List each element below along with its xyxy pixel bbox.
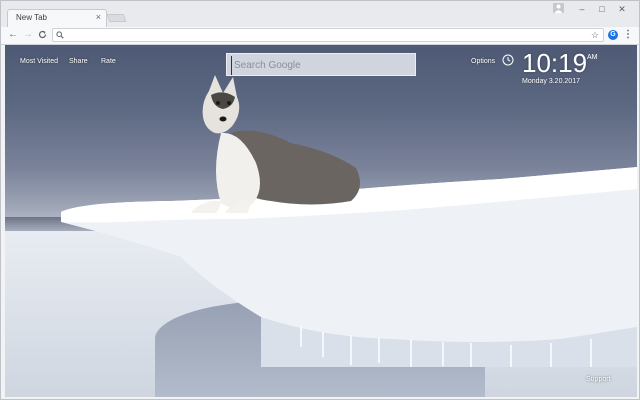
tab-title: New Tab <box>16 13 47 22</box>
clock-time: 10:19 <box>522 48 588 78</box>
rate-link[interactable]: Rate <box>101 58 116 65</box>
search-icon <box>56 31 64 39</box>
clock-ampm: AM <box>587 54 598 61</box>
maximize-button[interactable]: □ <box>593 3 611 15</box>
forward-button[interactable]: → <box>21 28 35 42</box>
browser-toolbar: ← → ☆ <box>1 27 639 45</box>
close-window-button[interactable]: ✕ <box>613 3 631 15</box>
tab-strip: New Tab × – □ ✕ <box>1 1 639 27</box>
back-button[interactable]: ← <box>6 28 20 42</box>
new-tab-page: Most Visited Share Rate Options 10:19 AM… <box>5 45 637 397</box>
reload-icon <box>38 30 46 39</box>
tab-new-tab[interactable]: New Tab × <box>7 9 107 27</box>
tab-close-icon[interactable]: × <box>96 12 101 22</box>
browser-window: New Tab × – □ ✕ ← → ☆ G ⋮ Most Visited S… <box>0 0 640 400</box>
share-link[interactable]: Share <box>69 58 88 65</box>
bookmark-star-icon[interactable]: ☆ <box>591 29 599 41</box>
address-input[interactable] <box>67 29 567 41</box>
options-link[interactable]: Options <box>471 58 495 65</box>
clock-icon[interactable] <box>502 54 514 66</box>
reload-button[interactable] <box>35 28 49 42</box>
new-tab-button[interactable] <box>106 14 127 22</box>
address-bar[interactable]: ☆ <box>52 28 604 42</box>
most-visited-link[interactable]: Most Visited <box>20 58 58 65</box>
search-input[interactable] <box>231 56 416 75</box>
clock-date: Monday 3.20.2017 <box>522 78 580 85</box>
extension-icon[interactable]: G <box>608 30 618 40</box>
minimize-button[interactable]: – <box>573 3 591 15</box>
search-box[interactable] <box>226 53 416 76</box>
profile-icon[interactable] <box>553 3 564 13</box>
support-link[interactable]: Support <box>586 376 611 383</box>
browser-menu-icon[interactable]: ⋮ <box>623 28 633 42</box>
husky-image <box>191 75 360 213</box>
